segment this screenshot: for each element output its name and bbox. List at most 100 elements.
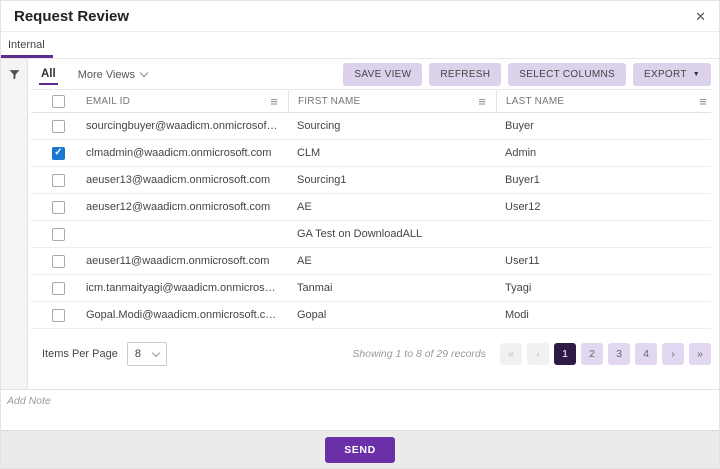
select-columns-button[interactable]: SELECT COLUMNS: [508, 63, 626, 86]
cell-last-name: Buyer1: [505, 167, 540, 194]
cell-first-name: Sourcing: [297, 113, 340, 140]
tab-all-view[interactable]: All: [39, 64, 58, 85]
table-row: aeuser13@waadicm.onmicrosoft.com Sourcin…: [31, 167, 711, 194]
row-checkbox-cell: [31, 282, 86, 295]
header-first-name-label: FIRST NAME: [298, 96, 360, 107]
cell-first-name: GA Test on DownloadALL: [297, 221, 422, 248]
last-page-button[interactable]: »: [689, 343, 711, 365]
cell-email: aeuser13@waadicm.onmicrosoft.com: [86, 167, 270, 194]
cell-email: Gopal.Modi@waadicm.onmicrosoft.com: [86, 302, 278, 329]
header-last-name-label: LAST NAME: [506, 96, 564, 107]
records-summary: Showing 1 to 8 of 29 records: [352, 348, 486, 360]
cell-first-name: Sourcing1: [297, 167, 347, 194]
request-review-dialog: Request Review ✕ Internal All More Views…: [0, 0, 720, 469]
cell-email: aeuser12@waadicm.onmicrosoft.com: [86, 194, 270, 221]
items-per-page-label: Items Per Page: [42, 348, 118, 360]
table-body: sourcingbuyer@waadicm.onmicrosoft.com So…: [31, 113, 711, 329]
cell-last-name: User11: [505, 248, 540, 275]
grid-toolbar: All More Views SAVE VIEW REFRESH SELECT …: [28, 61, 719, 88]
table-row: GA Test on DownloadALL: [31, 221, 711, 248]
page-buttons: 1234: [554, 343, 657, 365]
pagination-bar: Items Per Page 8 Showing 1 to 8 of 29 re…: [31, 342, 711, 366]
first-page-button[interactable]: «: [500, 343, 522, 365]
cell-email: aeuser11@waadicm.onmicrosoft.com: [86, 248, 269, 275]
row-checkbox[interactable]: [52, 309, 65, 322]
header-checkbox-cell: [31, 95, 86, 108]
table-row: clmadmin@waadicm.onmicrosoft.com CLM Adm…: [31, 140, 711, 167]
export-button[interactable]: EXPORT ▼: [633, 63, 711, 86]
cell-last-name: Buyer: [505, 113, 534, 140]
cell-email: sourcingbuyer@waadicm.onmicrosoft.com: [86, 113, 278, 140]
table-row: Gopal.Modi@waadicm.onmicrosoft.com Gopal…: [31, 302, 711, 329]
row-checkbox[interactable]: [52, 120, 65, 133]
more-views-label: More Views: [78, 69, 135, 81]
row-checkbox[interactable]: [52, 255, 65, 268]
cell-first-name: CLM: [297, 140, 320, 167]
cell-first-name: AE: [297, 248, 312, 275]
page-button[interactable]: 2: [581, 343, 603, 365]
send-button[interactable]: SEND: [325, 437, 395, 463]
row-checkbox-cell: [31, 309, 86, 322]
table-row: sourcingbuyer@waadicm.onmicrosoft.com So…: [31, 113, 711, 140]
prev-page-button[interactable]: ‹: [527, 343, 549, 365]
items-per-page: Items Per Page 8: [42, 342, 167, 366]
page-title: Request Review: [14, 8, 129, 25]
tab-internal[interactable]: Internal: [1, 32, 53, 58]
page-button[interactable]: 1: [554, 343, 576, 365]
row-checkbox[interactable]: [52, 174, 65, 187]
table-row: aeuser11@waadicm.onmicrosoft.com AE User…: [31, 248, 711, 275]
items-per-page-select[interactable]: 8: [127, 342, 167, 366]
cell-email: clmadmin@waadicm.onmicrosoft.com: [86, 140, 271, 167]
chevron-down-icon: [140, 69, 148, 77]
row-checkbox[interactable]: [52, 201, 65, 214]
row-checkbox-cell: [31, 255, 86, 268]
filter-icon[interactable]: [8, 68, 21, 389]
row-checkbox-cell: [31, 147, 86, 160]
cell-last-name: Admin: [505, 140, 536, 167]
users-table: EMAIL ID ≡ FIRST NAME ≡ LAST NAME ≡ sour…: [31, 89, 711, 329]
chevron-down-icon: [152, 349, 160, 357]
column-menu-icon[interactable]: ≡: [478, 95, 486, 108]
cell-last-name: Modi: [505, 302, 529, 329]
cell-first-name: AE: [297, 194, 312, 221]
page-button[interactable]: 4: [635, 343, 657, 365]
items-per-page-value: 8: [135, 348, 141, 360]
table-row: aeuser12@waadicm.onmicrosoft.com AE User…: [31, 194, 711, 221]
page-button[interactable]: 3: [608, 343, 630, 365]
column-menu-icon[interactable]: ≡: [270, 95, 278, 108]
content-area: All More Views SAVE VIEW REFRESH SELECT …: [1, 59, 719, 389]
dialog-footer: SEND: [1, 430, 719, 468]
save-view-button[interactable]: SAVE VIEW: [343, 63, 422, 86]
row-checkbox-cell: [31, 120, 86, 133]
cell-email: icm.tanmaityagi@waadicm.onmicrosoft.com: [86, 275, 278, 302]
row-checkbox[interactable]: [52, 282, 65, 295]
export-label: EXPORT: [644, 69, 687, 80]
row-checkbox-cell: [31, 201, 86, 214]
note-area: [1, 389, 719, 430]
caret-down-icon: ▼: [693, 71, 700, 78]
header-email: EMAIL ID ≡: [86, 95, 288, 108]
select-all-checkbox[interactable]: [52, 95, 65, 108]
header-email-label: EMAIL ID: [86, 96, 130, 107]
cell-first-name: Tanmai: [297, 275, 332, 302]
cell-last-name: User12: [505, 194, 540, 221]
more-views-dropdown[interactable]: More Views: [78, 69, 147, 81]
close-icon[interactable]: ✕: [695, 10, 706, 23]
next-page-button[interactable]: ›: [662, 343, 684, 365]
filter-rail: [1, 59, 28, 389]
pager: Showing 1 to 8 of 29 records « ‹ 1234 › …: [352, 343, 711, 365]
row-checkbox-cell: [31, 228, 86, 241]
row-checkbox-cell: [31, 174, 86, 187]
header-first-name: FIRST NAME ≡: [288, 90, 496, 112]
grid-panel: All More Views SAVE VIEW REFRESH SELECT …: [28, 59, 719, 389]
tab-bar: Internal: [1, 32, 719, 59]
add-note-input[interactable]: [1, 390, 719, 430]
toolbar-buttons: SAVE VIEW REFRESH SELECT COLUMNS EXPORT …: [343, 63, 711, 86]
cell-first-name: Gopal: [297, 302, 326, 329]
row-checkbox[interactable]: [52, 147, 65, 160]
row-checkbox[interactable]: [52, 228, 65, 241]
refresh-button[interactable]: REFRESH: [429, 63, 501, 86]
table-row: icm.tanmaityagi@waadicm.onmicrosoft.com …: [31, 275, 711, 302]
column-menu-icon[interactable]: ≡: [699, 95, 707, 108]
dialog-header: Request Review ✕: [1, 1, 719, 32]
